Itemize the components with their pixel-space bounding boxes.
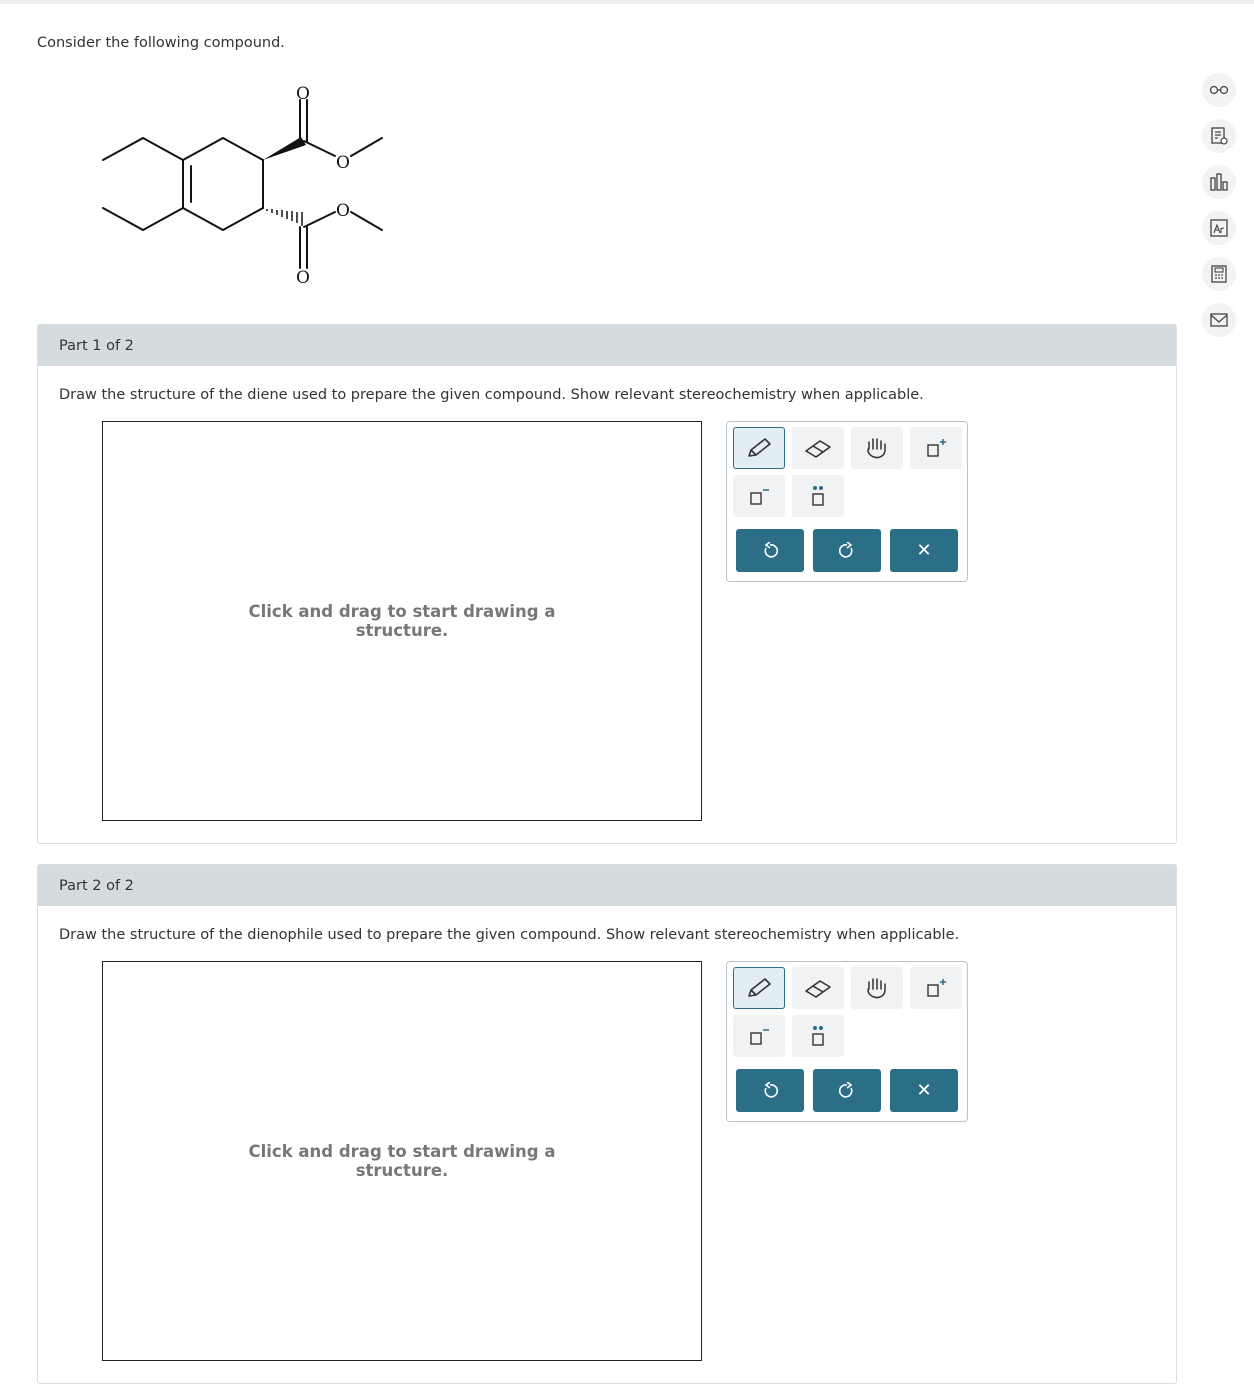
- part-2-panel: Part 2 of 2 Draw the structure of the di…: [37, 864, 1177, 1384]
- undo-button[interactable]: [736, 1069, 804, 1112]
- negative-charge-tool-button[interactable]: [733, 475, 785, 517]
- positive-charge-icon: [927, 439, 946, 457]
- periodic-table-icon: [1210, 219, 1228, 237]
- drawing-canvas[interactable]: Click and drag to start drawing a struct…: [102, 961, 702, 1361]
- periodic-table-button[interactable]: [1202, 211, 1236, 245]
- document-check-icon: [1211, 127, 1228, 145]
- part-1-panel: Part 1 of 2 Draw the structure of the di…: [37, 324, 1177, 844]
- part-header: Part 1 of 2: [38, 325, 1176, 366]
- eraser-icon: [805, 980, 831, 998]
- eraser-icon: [805, 440, 831, 458]
- glasses-icon: [1209, 85, 1229, 95]
- redo-icon: [838, 1081, 853, 1098]
- lone-pair-tool-button[interactable]: [792, 1015, 844, 1057]
- lone-pair-icon: [812, 486, 824, 506]
- hand-tool-button[interactable]: [851, 427, 903, 469]
- drawing-canvas[interactable]: Click and drag to start drawing a struct…: [102, 421, 702, 821]
- undo-button[interactable]: [736, 529, 804, 572]
- clear-button[interactable]: ✕: [890, 529, 958, 572]
- hand-icon: [867, 438, 886, 459]
- mail-button[interactable]: [1202, 303, 1236, 337]
- redo-button[interactable]: [813, 1069, 881, 1112]
- clear-button[interactable]: ✕: [890, 1069, 958, 1112]
- positive-charge-icon: [927, 979, 946, 997]
- eraser-tool-button[interactable]: [792, 427, 844, 469]
- compound-structure: O O O O: [90, 80, 390, 294]
- hand-icon: [867, 978, 886, 999]
- hand-tool-button[interactable]: [851, 967, 903, 1009]
- clear-icon: ✕: [916, 1080, 932, 1101]
- pencil-icon: [748, 438, 771, 457]
- question-text: Draw the structure of the diene used to …: [59, 387, 924, 403]
- clear-icon: ✕: [916, 540, 932, 561]
- undo-icon: [764, 1081, 779, 1098]
- lone-pair-tool-button[interactable]: [792, 475, 844, 517]
- drawing-toolbar: ✕: [726, 421, 968, 582]
- bar-chart-icon: [1210, 173, 1228, 191]
- positive-charge-tool-button[interactable]: [910, 967, 962, 1009]
- pencil-tool-button[interactable]: [733, 427, 785, 469]
- canvas-hint: Click and drag to start drawing a struct…: [248, 602, 556, 640]
- part-header: Part 2 of 2: [38, 865, 1176, 906]
- redo-button[interactable]: [813, 529, 881, 572]
- drawing-toolbar: ✕: [726, 961, 968, 1122]
- pencil-tool-button[interactable]: [733, 967, 785, 1009]
- right-sidebar: [1202, 73, 1236, 349]
- negative-charge-tool-button[interactable]: [733, 1015, 785, 1057]
- mail-icon: [1210, 313, 1228, 327]
- calculator-icon: [1211, 265, 1227, 283]
- atom-label: O: [336, 153, 350, 173]
- atom-label: O: [296, 84, 310, 104]
- negative-charge-icon: [750, 489, 769, 505]
- canvas-hint: Click and drag to start drawing a struct…: [248, 1142, 556, 1180]
- lone-pair-icon: [812, 1026, 824, 1046]
- eraser-tool-button[interactable]: [792, 967, 844, 1009]
- intro-text: Consider the following compound.: [37, 35, 285, 51]
- atom-label: O: [336, 201, 350, 221]
- question-text: Draw the structure of the dienophile use…: [59, 927, 960, 943]
- negative-charge-icon: [750, 1029, 769, 1045]
- positive-charge-tool-button[interactable]: [910, 427, 962, 469]
- bar-chart-button[interactable]: [1202, 165, 1236, 199]
- redo-icon: [838, 541, 853, 558]
- document-check-button[interactable]: [1202, 119, 1236, 153]
- glasses-button[interactable]: [1202, 73, 1236, 107]
- top-bar: [0, 0, 1254, 4]
- pencil-icon: [748, 978, 771, 997]
- undo-icon: [764, 541, 779, 558]
- atom-label: O: [296, 268, 310, 288]
- calculator-button[interactable]: [1202, 257, 1236, 291]
